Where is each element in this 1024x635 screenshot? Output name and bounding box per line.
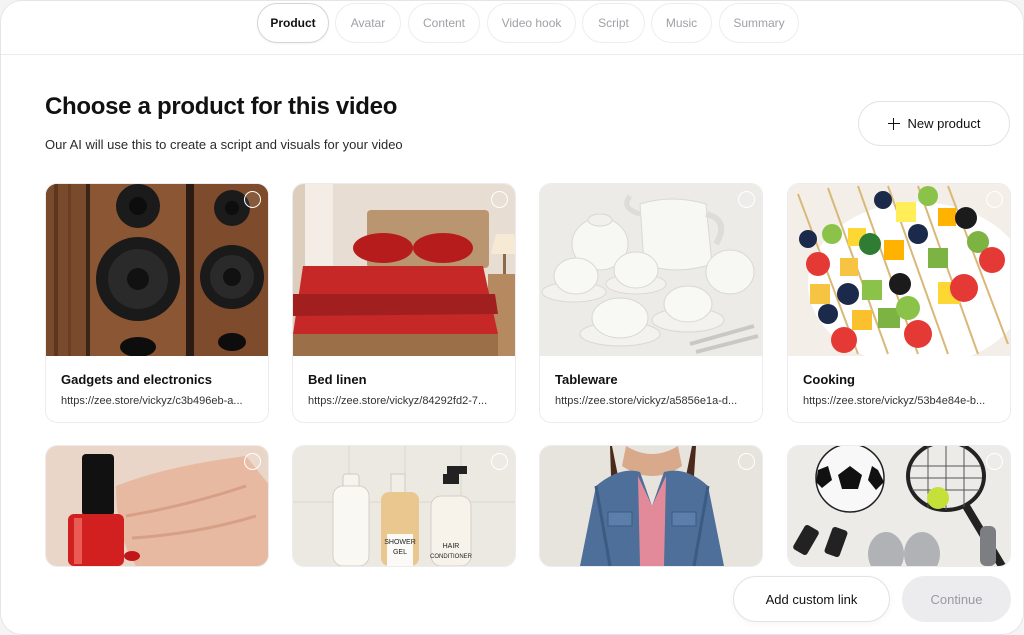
continue-button[interactable]: Continue [902,576,1011,622]
select-radio[interactable] [986,453,1003,470]
product-link: https://zee.store/vickyz/c3b496eb-a... [61,395,243,407]
product-name: Gadgets and electronics [61,372,212,387]
svg-text:HAIR: HAIR [443,543,460,550]
fruit-skewers-image [788,184,1010,356]
select-radio[interactable] [244,191,261,208]
product-card-sports[interactable] [787,445,1011,567]
product-selection-panel: Product Avatar Content Video hook Script… [0,0,1024,635]
tab-product[interactable]: Product [257,3,329,43]
product-card-cooking[interactable]: Cooking https://zee.store/vickyz/53b4e84… [787,183,1011,423]
svg-text:CONDITIONER: CONDITIONER [430,554,473,560]
select-radio[interactable] [491,453,508,470]
product-card-apparel[interactable] [539,445,763,567]
shampoo-bottles-image: SHOWER GEL HAIR CONDITIONER [293,446,515,566]
tab-video-hook[interactable]: Video hook [487,3,576,43]
product-name: Cooking [803,372,855,387]
select-radio[interactable] [244,453,261,470]
product-card-gadgets[interactable]: Gadgets and electronics https://zee.stor… [45,183,269,423]
select-radio[interactable] [738,191,755,208]
tab-content[interactable]: Content [408,3,480,43]
product-link: https://zee.store/vickyz/a5856e1a-d... [555,395,738,407]
teaset-image [540,184,762,356]
select-radio[interactable] [986,191,1003,208]
step-navigation: Product Avatar Content Video hook Script… [1,1,1023,55]
sports-equipment-image [788,446,1010,566]
nail-polish-image [46,446,268,566]
page-subtitle: Our AI will use this to create a script … [45,137,403,152]
new-product-button[interactable]: New product [858,101,1010,146]
speakers-image [46,184,268,356]
product-link: https://zee.store/vickyz/53b4e84e-b... [803,395,986,407]
page-title: Choose a product for this video [45,93,398,120]
svg-text:GEL: GEL [393,549,407,556]
tab-summary[interactable]: Summary [719,3,799,43]
product-card-tableware[interactable]: Tableware https://zee.store/vickyz/a5856… [539,183,763,423]
product-name: Tableware [555,372,618,387]
product-link: https://zee.store/vickyz/84292fd2-7... [308,395,488,407]
tab-avatar[interactable]: Avatar [335,3,401,43]
svg-text:SHOWER: SHOWER [384,539,416,546]
product-name: Bed linen [308,372,367,387]
plus-icon [887,117,900,130]
select-radio[interactable] [491,191,508,208]
add-custom-link-button[interactable]: Add custom link [733,576,890,622]
denim-jacket-image [540,446,762,566]
product-card-toiletries[interactable]: SHOWER GEL HAIR CONDITIONER [292,445,516,567]
product-card-nail-polish[interactable] [45,445,269,567]
new-product-label: New product [907,116,981,131]
select-radio[interactable] [738,453,755,470]
product-card-bed-linen[interactable]: Bed linen https://zee.store/vickyz/84292… [292,183,516,423]
tab-music[interactable]: Music [651,3,712,43]
tab-script[interactable]: Script [582,3,645,43]
bed-image [293,184,515,356]
